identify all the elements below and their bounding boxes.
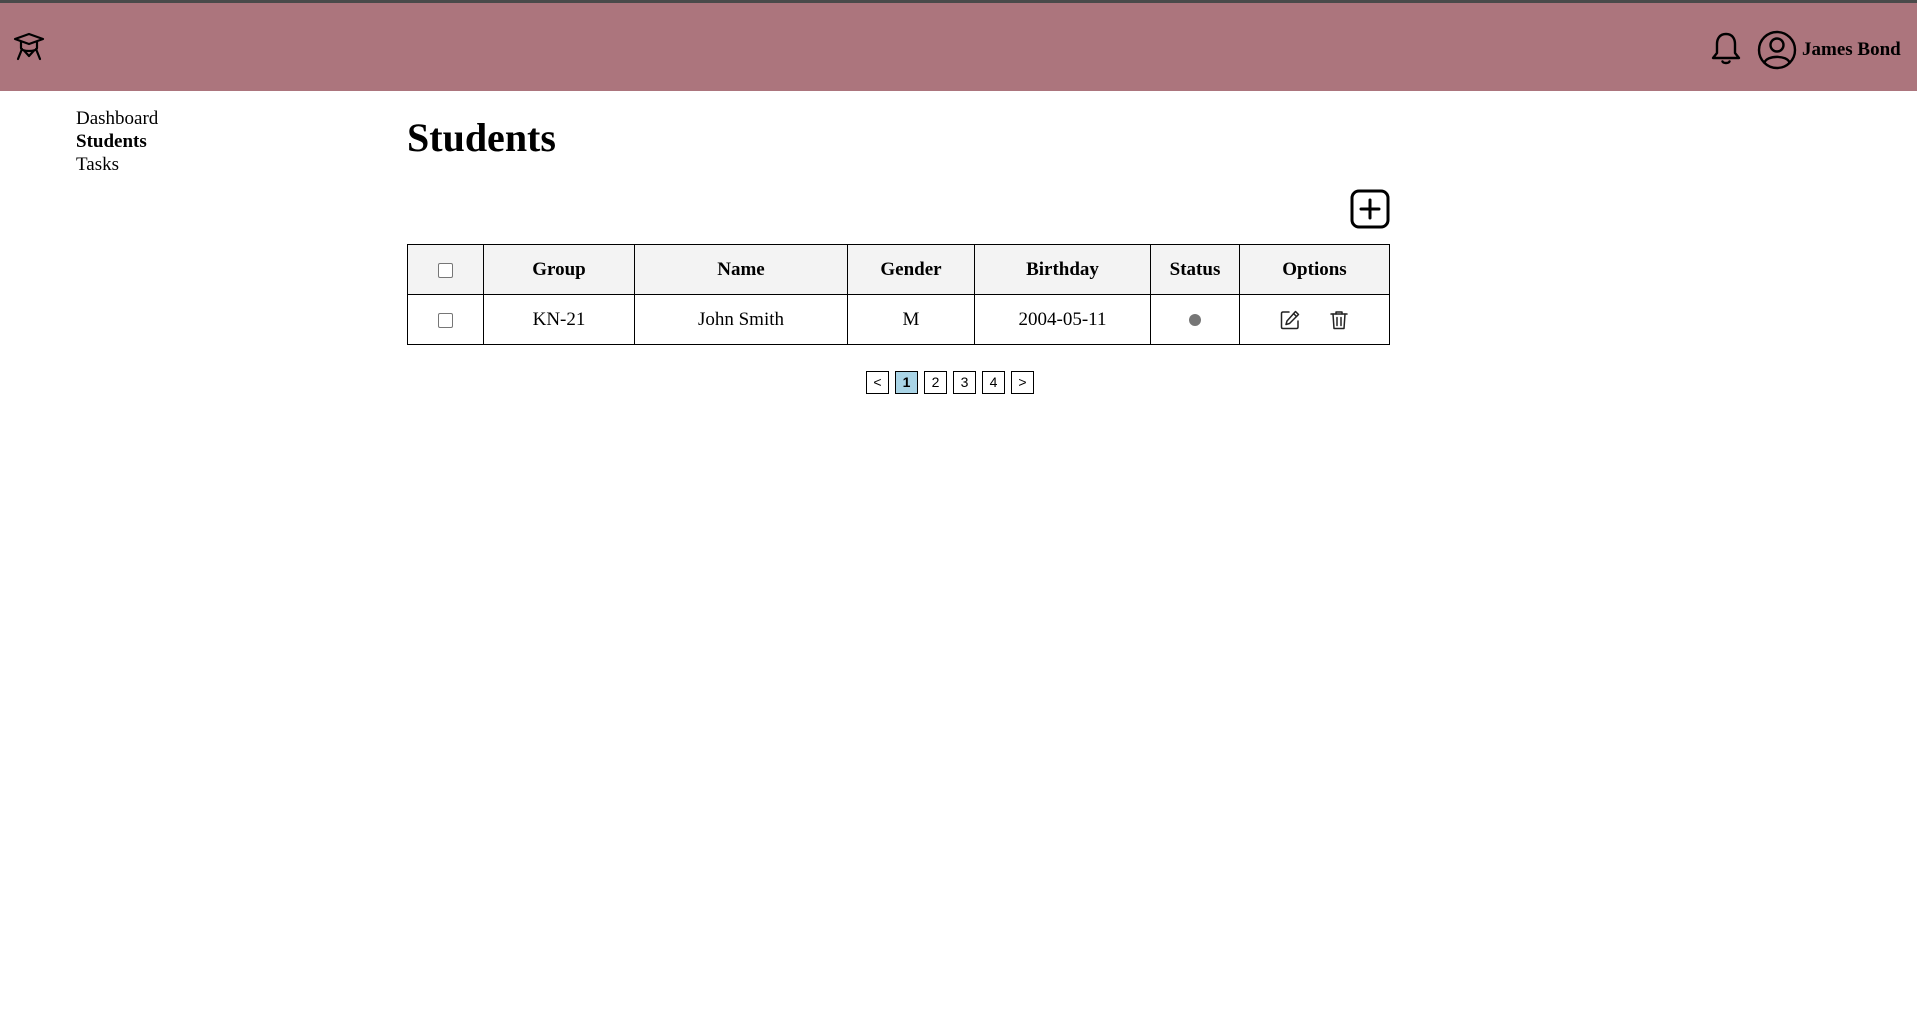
cell-status [1150, 294, 1240, 345]
graduation-cap-icon[interactable] [13, 31, 45, 63]
row-checkbox[interactable] [438, 312, 453, 328]
cell-group: KN-21 [483, 294, 635, 345]
status-dot [1189, 314, 1201, 327]
bell-icon[interactable] [1710, 31, 1742, 67]
cell-options [1239, 294, 1390, 345]
row-select-cell [407, 294, 484, 345]
user-menu[interactable]: James Bond [1757, 30, 1901, 70]
add-student-button[interactable] [1350, 189, 1390, 229]
sidebar: Dashboard Students Tasks [76, 107, 158, 176]
page-button-4[interactable]: 4 [982, 371, 1005, 394]
trash-icon[interactable] [1328, 309, 1350, 331]
students-table: Group Name Gender Birthday Status Option… [407, 244, 1390, 345]
column-header-gender: Gender [847, 244, 975, 295]
page-button-1[interactable]: 1 [895, 371, 918, 394]
select-all-cell [407, 244, 484, 295]
column-header-name: Name [634, 244, 848, 295]
prev-page-button[interactable]: < [866, 371, 889, 394]
next-page-button[interactable]: > [1011, 371, 1034, 394]
cell-name: John Smith [634, 294, 848, 345]
select-all-checkbox[interactable] [438, 262, 453, 278]
table-header-row: Group Name Gender Birthday Status Option… [407, 244, 1390, 295]
top-bar: James Bond [0, 0, 1917, 91]
page-button-2[interactable]: 2 [924, 371, 947, 394]
cell-gender: M [847, 294, 975, 345]
column-header-status: Status [1150, 244, 1240, 295]
table-row: KN-21 John Smith M 2004-05-11 [407, 294, 1390, 345]
pagination: < 1 2 3 4 > [866, 371, 1034, 394]
page-button-3[interactable]: 3 [953, 371, 976, 394]
page-title: Students [407, 115, 556, 160]
sidebar-item-students[interactable]: Students [76, 130, 158, 153]
user-circle-icon [1757, 30, 1797, 70]
column-header-options: Options [1239, 244, 1390, 295]
sidebar-item-dashboard[interactable]: Dashboard [76, 107, 158, 130]
column-header-group: Group [483, 244, 635, 295]
column-header-birthday: Birthday [974, 244, 1151, 295]
cell-birthday: 2004-05-11 [974, 294, 1151, 345]
user-name: James Bond [1802, 39, 1901, 60]
edit-icon[interactable] [1279, 309, 1301, 331]
sidebar-item-tasks[interactable]: Tasks [76, 153, 158, 176]
